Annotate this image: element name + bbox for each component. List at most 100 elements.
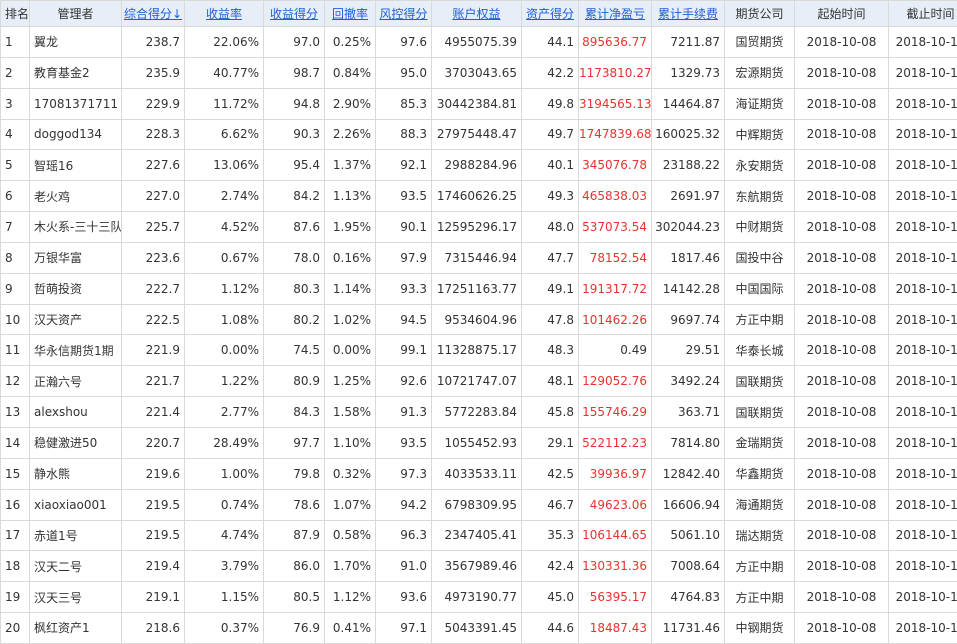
- end-date-cell: 2018-10-19: [889, 119, 957, 150]
- manager-cell: doggod134: [30, 119, 122, 150]
- end-date-cell: 2018-10-19: [889, 304, 957, 335]
- drawdown-cell: 0.00%: [325, 335, 376, 366]
- drawdown-cell: 1.07%: [325, 489, 376, 520]
- table-row: 17赤道1号219.54.74%87.90.58%96.32347405.413…: [1, 520, 957, 551]
- start-date-cell: 2018-10-08: [795, 27, 889, 58]
- sort-return-score-link[interactable]: 收益得分: [270, 7, 318, 21]
- drawdown-cell: 0.58%: [325, 520, 376, 551]
- net-profit-cell: 522112.23: [579, 427, 652, 458]
- broker-cell: 宏源期货: [725, 57, 795, 88]
- return-score-cell: 80.9: [264, 366, 325, 397]
- net-profit-cell: 106144.65: [579, 520, 652, 551]
- rank-cell: 2: [1, 57, 30, 88]
- asset-score-cell: 42.5: [522, 458, 579, 489]
- sort-equity-link[interactable]: 账户权益: [452, 7, 500, 21]
- col-start-header: 起始时间: [795, 1, 889, 27]
- table-row: 18汉天二号219.43.79%86.01.70%91.03567989.464…: [1, 551, 957, 582]
- manager-cell: 智瑶16: [30, 150, 122, 181]
- total-score-cell: 222.7: [122, 273, 185, 304]
- sort-asset-score-header[interactable]: 资产得分: [522, 1, 579, 27]
- rank-cell: 11: [1, 335, 30, 366]
- broker-cell: 中辉期货: [725, 119, 795, 150]
- broker-cell: 中钢期货: [725, 613, 795, 644]
- start-date-cell: 2018-10-08: [795, 551, 889, 582]
- return-score-cell: 79.8: [264, 458, 325, 489]
- asset-score-cell: 46.7: [522, 489, 579, 520]
- sort-drawdown-link[interactable]: 回撤率: [332, 7, 368, 21]
- total-score-cell: 221.7: [122, 366, 185, 397]
- end-date-cell: 2018-10-19: [889, 27, 957, 58]
- sort-return-rate-link[interactable]: 收益率: [206, 7, 242, 21]
- end-date-cell: 2018-10-19: [889, 397, 957, 428]
- drawdown-cell: 1.02%: [325, 304, 376, 335]
- asset-score-cell: 35.3: [522, 520, 579, 551]
- rank-cell: 8: [1, 242, 30, 273]
- sort-fees-header[interactable]: 累计手续费: [652, 1, 725, 27]
- drawdown-cell: 1.58%: [325, 397, 376, 428]
- sort-risk-score-header[interactable]: 风控得分: [376, 1, 432, 27]
- drawdown-cell: 1.95%: [325, 212, 376, 243]
- sort-asset-score-link[interactable]: 资产得分: [526, 7, 574, 21]
- sort-net-profit-link[interactable]: 累计净盈亏: [585, 7, 645, 21]
- return-rate-cell: 1.12%: [185, 273, 264, 304]
- sort-net-profit-header[interactable]: 累计净盈亏: [579, 1, 652, 27]
- start-date-cell: 2018-10-08: [795, 150, 889, 181]
- risk-score-cell: 85.3: [376, 88, 432, 119]
- drawdown-cell: 2.26%: [325, 119, 376, 150]
- broker-cell: 华鑫期货: [725, 458, 795, 489]
- risk-score-cell: 97.9: [376, 242, 432, 273]
- sort-total-score-header[interactable]: 综合得分↓: [122, 1, 185, 27]
- table-row: 6老火鸡227.02.74%84.21.13%93.517460626.2549…: [1, 181, 957, 212]
- start-date-cell: 2018-10-08: [795, 613, 889, 644]
- manager-cell: 赤道1号: [30, 520, 122, 551]
- risk-score-cell: 88.3: [376, 119, 432, 150]
- start-date-cell: 2018-10-08: [795, 273, 889, 304]
- asset-score-cell: 48.0: [522, 212, 579, 243]
- sort-fees-link[interactable]: 累计手续费: [658, 7, 718, 21]
- risk-score-cell: 97.1: [376, 613, 432, 644]
- start-date-cell: 2018-10-08: [795, 88, 889, 119]
- fees-cell: 23188.22: [652, 150, 725, 181]
- start-date-cell: 2018-10-08: [795, 242, 889, 273]
- broker-cell: 方正中期: [725, 551, 795, 582]
- rank-cell: 6: [1, 181, 30, 212]
- end-date-cell: 2018-10-19: [889, 150, 957, 181]
- asset-score-cell: 42.2: [522, 57, 579, 88]
- start-date-cell: 2018-10-08: [795, 212, 889, 243]
- sort-total-score-link[interactable]: 综合得分↓: [124, 7, 182, 21]
- broker-cell: 中国国际: [725, 273, 795, 304]
- broker-cell: 华泰长城: [725, 335, 795, 366]
- broker-cell: 国投中谷: [725, 242, 795, 273]
- start-date-cell: 2018-10-08: [795, 520, 889, 551]
- sort-return-rate-header[interactable]: 收益率: [185, 1, 264, 27]
- table-row: 9哲萌投资222.71.12%80.31.14%93.317251163.774…: [1, 273, 957, 304]
- asset-score-cell: 49.1: [522, 273, 579, 304]
- drawdown-cell: 0.41%: [325, 613, 376, 644]
- risk-score-cell: 93.3: [376, 273, 432, 304]
- fees-cell: 2691.97: [652, 181, 725, 212]
- risk-score-cell: 94.2: [376, 489, 432, 520]
- asset-score-cell: 45.0: [522, 582, 579, 613]
- end-date-cell: 2018-10-19: [889, 181, 957, 212]
- fees-cell: 16606.94: [652, 489, 725, 520]
- total-score-cell: 219.1: [122, 582, 185, 613]
- asset-score-cell: 48.1: [522, 366, 579, 397]
- sort-risk-score-link[interactable]: 风控得分: [379, 7, 427, 21]
- asset-score-cell: 49.3: [522, 181, 579, 212]
- fees-cell: 7814.80: [652, 427, 725, 458]
- drawdown-cell: 0.84%: [325, 57, 376, 88]
- manager-cell: 静水熊: [30, 458, 122, 489]
- drawdown-cell: 0.16%: [325, 242, 376, 273]
- rank-cell: 14: [1, 427, 30, 458]
- drawdown-cell: 0.25%: [325, 27, 376, 58]
- sort-return-score-header[interactable]: 收益得分: [264, 1, 325, 27]
- manager-cell: 正瀚六号: [30, 366, 122, 397]
- sort-equity-header[interactable]: 账户权益: [432, 1, 522, 27]
- table-row: 8万银华富223.60.67%78.00.16%97.97315446.9447…: [1, 242, 957, 273]
- sort-drawdown-header[interactable]: 回撤率: [325, 1, 376, 27]
- table-row: 2教育基金2235.940.77%98.70.84%95.03703043.65…: [1, 57, 957, 88]
- net-profit-cell: 465838.03: [579, 181, 652, 212]
- asset-score-cell: 47.7: [522, 242, 579, 273]
- total-score-cell: 219.5: [122, 489, 185, 520]
- risk-score-cell: 96.3: [376, 520, 432, 551]
